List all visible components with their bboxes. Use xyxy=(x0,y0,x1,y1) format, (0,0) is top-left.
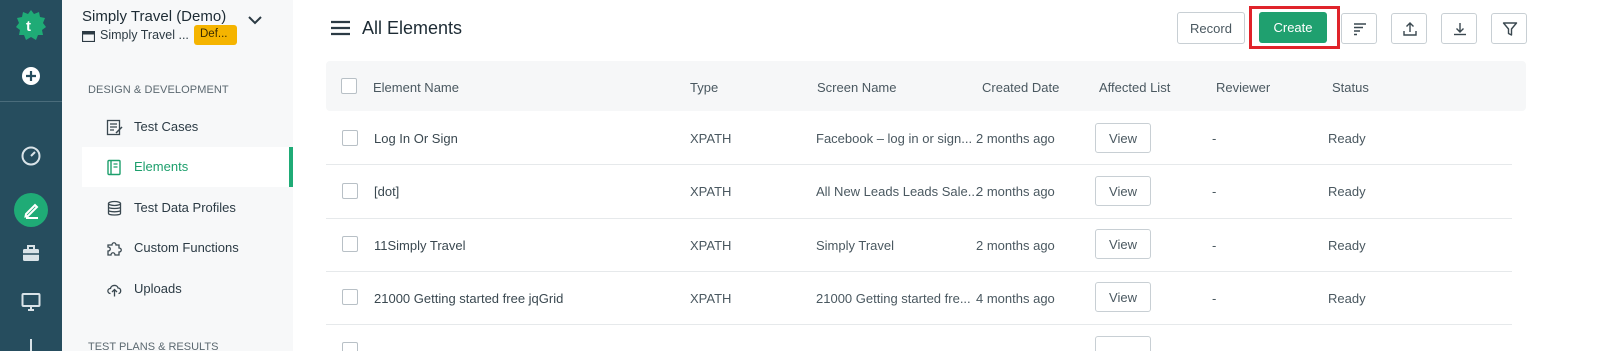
status: Ready xyxy=(1328,238,1366,253)
created-date: 2 months ago xyxy=(976,131,1055,146)
icon-rail: t xyxy=(0,0,62,351)
edit-pencil-icon[interactable] xyxy=(20,198,44,222)
row-checkbox[interactable] xyxy=(342,130,358,146)
status: Ready xyxy=(1328,131,1366,146)
workspace-title[interactable]: Simply Travel (Demo) xyxy=(82,8,226,25)
sidebar-item-label: Custom Functions xyxy=(134,240,239,255)
sidebar: Simply Travel (Demo) Simply Travel ... D… xyxy=(62,0,293,351)
sidebar-item-test-data-profiles[interactable]: Test Data Profiles xyxy=(82,188,293,228)
row-divider xyxy=(326,164,1512,165)
row-checkbox[interactable] xyxy=(342,236,358,252)
sidebar-item-test-cases[interactable]: Test Cases xyxy=(82,107,293,147)
reviewer: - xyxy=(1212,184,1217,199)
view-affected-button[interactable] xyxy=(1095,336,1151,351)
status: Ready xyxy=(1328,184,1366,199)
sidebar-item-uploads[interactable]: Uploads xyxy=(82,269,293,309)
default-badge: Def... xyxy=(194,25,237,45)
column-element-name[interactable]: Element Name xyxy=(373,80,459,95)
sidebar-item-label: Test Cases xyxy=(134,119,199,134)
element-name[interactable]: 21000 Getting started free jqGrid xyxy=(374,291,563,306)
active-indicator xyxy=(289,147,293,187)
workspace-version: Simply Travel ... xyxy=(100,28,189,42)
chevron-down-icon[interactable] xyxy=(247,14,263,26)
dashboard-icon[interactable] xyxy=(19,144,43,168)
sort-icon xyxy=(1354,23,1366,36)
filter-icon xyxy=(1502,22,1518,36)
view-affected-button[interactable]: View xyxy=(1095,176,1151,206)
created-date: 4 months ago xyxy=(976,291,1055,306)
row-checkbox[interactable] xyxy=(342,183,358,199)
reviewer: - xyxy=(1212,291,1217,306)
row-divider xyxy=(326,271,1512,272)
sidebar-item-label: Uploads xyxy=(134,281,182,296)
element-type: XPATH xyxy=(690,291,732,306)
screen-name: Facebook – log in or sign... xyxy=(816,131,973,146)
element-name[interactable]: Log In Or Sign xyxy=(374,131,458,146)
create-button[interactable]: Create xyxy=(1259,12,1327,43)
section-test-plans-results: TEST PLANS & RESULTS xyxy=(88,341,219,351)
screen-name: 21000 Getting started fre... xyxy=(816,291,971,306)
status: Ready xyxy=(1328,291,1366,306)
row-divider xyxy=(326,218,1512,219)
briefcase-icon[interactable] xyxy=(19,242,43,266)
sidebar-item-elements[interactable]: Elements xyxy=(82,147,293,187)
record-button[interactable]: Record xyxy=(1177,12,1245,44)
view-affected-button[interactable]: View xyxy=(1095,123,1151,153)
rail-divider xyxy=(0,101,62,102)
reviewer: - xyxy=(1212,131,1217,146)
sidebar-item-label: Test Data Profiles xyxy=(134,200,236,215)
filter-button[interactable] xyxy=(1491,13,1527,44)
sidebar-item-label: Elements xyxy=(134,159,189,174)
column-reviewer[interactable]: Reviewer xyxy=(1216,80,1270,95)
select-all-checkbox[interactable] xyxy=(341,78,357,94)
row-divider xyxy=(326,324,1512,325)
element-type: XPATH xyxy=(690,184,732,199)
sort-button[interactable] xyxy=(1341,13,1377,44)
row-checkbox[interactable] xyxy=(342,289,358,305)
screen-name: All New Leads Leads Sale... xyxy=(816,184,979,199)
upload-button[interactable] xyxy=(1391,13,1427,44)
element-name[interactable]: [dot] xyxy=(374,184,399,199)
column-type[interactable]: Type xyxy=(690,80,718,95)
download-button[interactable] xyxy=(1441,13,1477,44)
monitor-icon[interactable] xyxy=(19,290,43,314)
column-status[interactable]: Status xyxy=(1332,80,1369,95)
hamburger-menu-icon[interactable] xyxy=(331,20,350,36)
elements-icon xyxy=(107,159,121,176)
svg-text:t: t xyxy=(26,18,31,35)
add-circle-icon[interactable] xyxy=(21,66,41,86)
section-design-development: DESIGN & DEVELOPMENT xyxy=(88,84,229,96)
cloud-upload-icon xyxy=(107,284,122,297)
screen-name: Simply Travel xyxy=(816,238,895,253)
row-checkbox[interactable] xyxy=(342,342,358,351)
column-created-date[interactable]: Created Date xyxy=(982,80,1059,95)
page-title: All Elements xyxy=(362,18,463,38)
element-name[interactable]: 11Simply Travel xyxy=(374,238,466,253)
upload-icon xyxy=(1403,22,1417,36)
reviewer: - xyxy=(1212,238,1217,253)
column-screen-name[interactable]: Screen Name xyxy=(817,80,896,95)
more-icon[interactable] xyxy=(19,335,43,351)
download-icon xyxy=(1454,23,1466,36)
database-icon xyxy=(107,200,122,216)
column-affected-list[interactable]: Affected List xyxy=(1099,80,1170,95)
view-affected-button[interactable]: View xyxy=(1095,282,1151,312)
test-cases-icon xyxy=(106,119,123,136)
sidebar-item-custom-functions[interactable]: Custom Functions xyxy=(82,228,293,268)
element-type: XPATH xyxy=(690,238,732,253)
app-logo-icon[interactable]: t xyxy=(15,9,47,41)
created-date: 2 months ago xyxy=(976,184,1055,199)
puzzle-icon xyxy=(107,242,122,256)
element-type: XPATH xyxy=(690,131,732,146)
application-icon xyxy=(82,31,95,42)
created-date: 2 months ago xyxy=(976,238,1055,253)
view-affected-button[interactable]: View xyxy=(1095,229,1151,259)
